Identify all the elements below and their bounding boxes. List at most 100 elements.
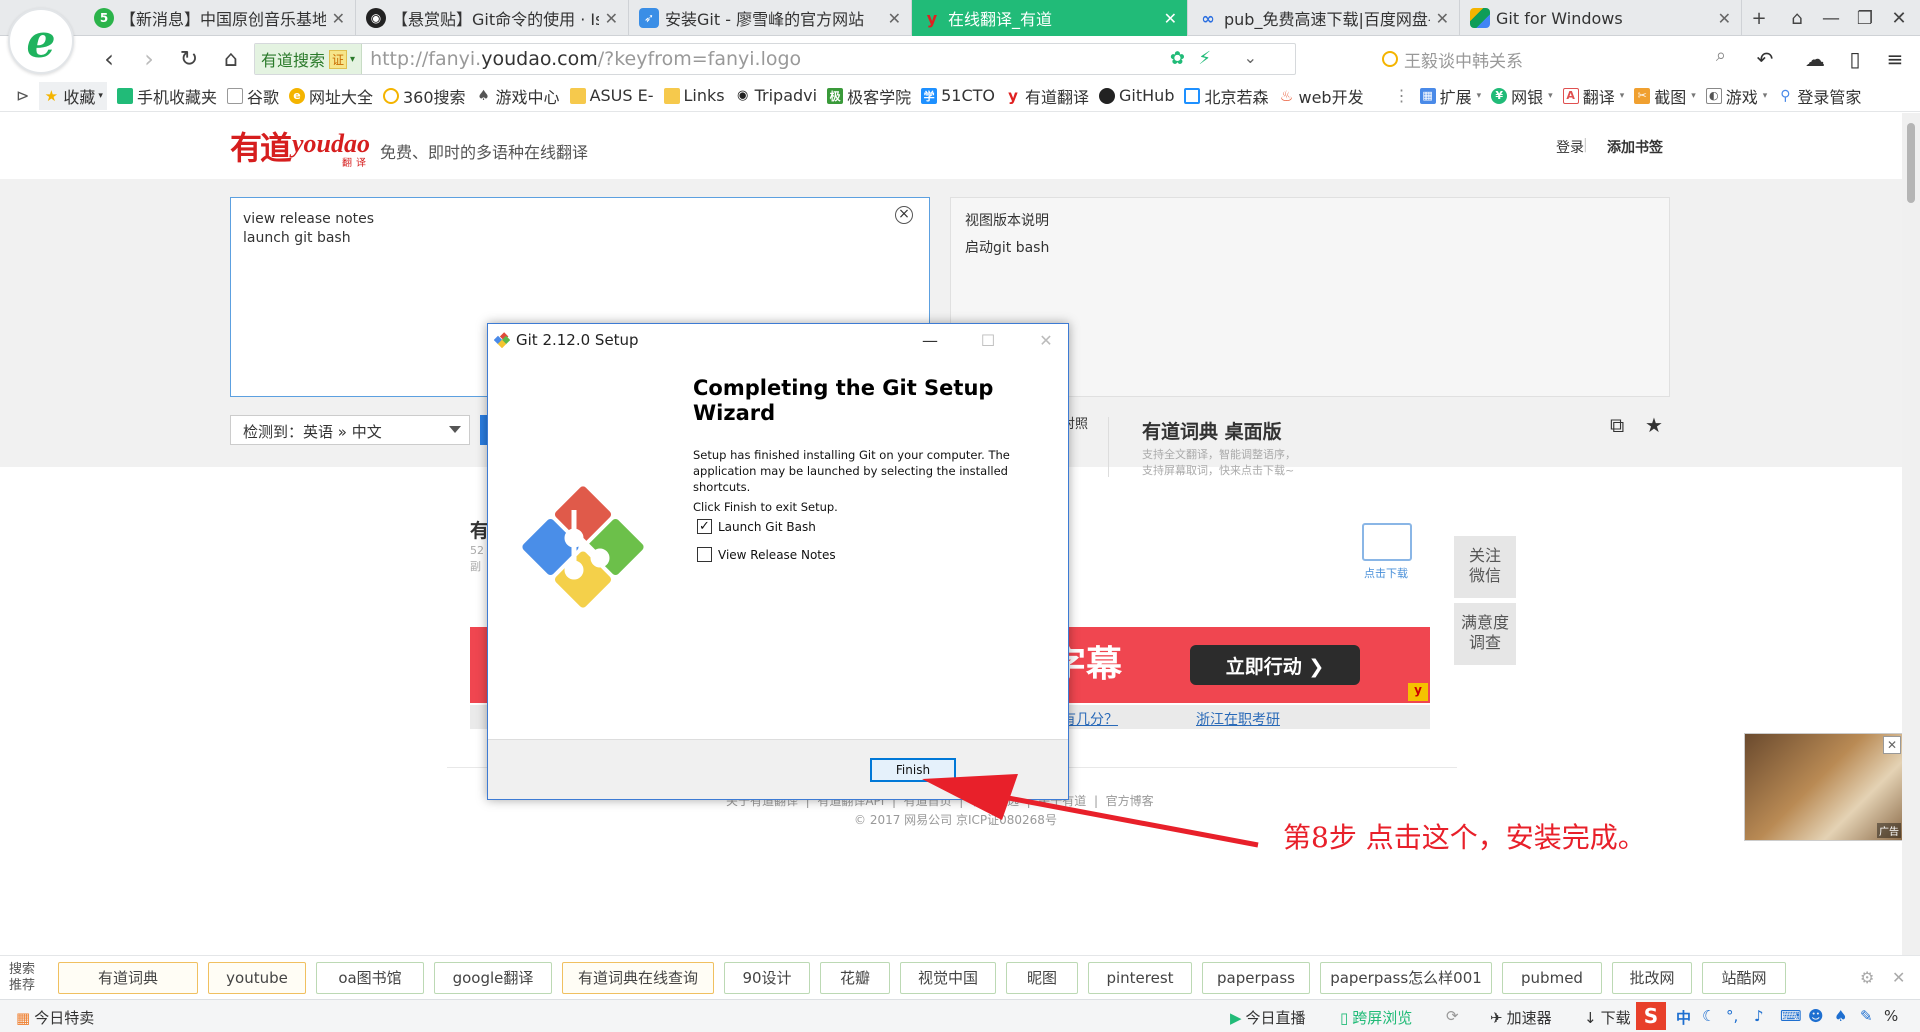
- clear-icon[interactable]: ×: [895, 206, 913, 224]
- copy-icon[interactable]: ⧉: [1610, 413, 1624, 437]
- bookmark-hao[interactable]: e 网址大全: [288, 84, 373, 108]
- accelerator-button[interactable]: ✈ 加速器: [1490, 1007, 1552, 1028]
- skin-icon[interactable]: ⌂: [1780, 0, 1814, 36]
- bookmark-asus[interactable]: ASUS E-: [569, 86, 654, 105]
- footer-link[interactable]: 官方博客: [1106, 794, 1154, 808]
- speed-icon[interactable]: ⚡: [1198, 48, 1211, 69]
- secure-icon[interactable]: ✿: [1170, 48, 1185, 69]
- recommend-item[interactable]: 昵图: [1006, 961, 1078, 994]
- page-scrollbar[interactable]: [1902, 113, 1920, 955]
- recommend-item[interactable]: 有道词典: [58, 961, 198, 994]
- finish-button[interactable]: Finish: [870, 758, 956, 782]
- undo-close-icon[interactable]: ↶: [1750, 44, 1780, 74]
- download-button[interactable]: ↓ 下载: [1584, 1007, 1631, 1028]
- shirt-icon[interactable]: ♠: [1834, 1007, 1847, 1025]
- url-text[interactable]: http://fanyi.youdao.com/?keyfrom=fanyi.l…: [370, 48, 801, 70]
- survey-button[interactable]: 满意度 调查: [1454, 603, 1516, 665]
- settings-icon[interactable]: ⚙: [1860, 968, 1874, 987]
- tab-youdao[interactable]: y 在线翻译_有道 ✕: [912, 0, 1188, 36]
- tab-git-for-windows[interactable]: Git for Windows ✕: [1460, 0, 1742, 36]
- ime-mode[interactable]: 中: [1676, 1007, 1691, 1028]
- home-icon[interactable]: ⌂: [216, 44, 246, 74]
- close-icon[interactable]: ✕: [332, 9, 345, 28]
- live-button[interactable]: ▶ 今日直播: [1230, 1007, 1306, 1028]
- recommend-item[interactable]: 90设计: [724, 961, 810, 994]
- browser-logo[interactable]: e: [8, 8, 74, 74]
- menu-icon[interactable]: ≡: [1880, 44, 1910, 74]
- refresh-icon[interactable]: ↻: [174, 44, 204, 74]
- more-icon[interactable]: ⋮: [1394, 86, 1410, 105]
- checkbox-empty-icon[interactable]: [697, 547, 712, 562]
- view-release-notes-checkbox[interactable]: View Release Notes: [697, 547, 836, 562]
- recommend-item[interactable]: 视觉中国: [900, 961, 996, 994]
- close-icon[interactable]: ✕: [605, 9, 618, 28]
- tool-screenshot[interactable]: ✂ 截图 ▾: [1634, 84, 1696, 108]
- restore-icon[interactable]: ❐: [1848, 0, 1882, 36]
- close-icon[interactable]: ✕: [1436, 9, 1449, 28]
- bookmark-favorites[interactable]: ★ 收藏 ▾: [39, 81, 107, 110]
- bookmark-jikexueyuan[interactable]: 极极客学院: [827, 84, 911, 108]
- url-field[interactable]: 有道搜索证 ▾ http://fanyi.youdao.com/?keyfrom=…: [254, 43, 1296, 75]
- scrollbar-thumb[interactable]: [1907, 123, 1915, 203]
- wrench-icon[interactable]: ✎: [1860, 1007, 1873, 1025]
- promo-link[interactable]: 有几分？: [1062, 709, 1118, 729]
- follow-wechat-button[interactable]: 关注 微信: [1454, 536, 1516, 598]
- download-link[interactable]: 点击下载: [1364, 565, 1408, 581]
- recommend-item[interactable]: 批改网: [1612, 961, 1692, 994]
- tab-5sing[interactable]: 5 【新消息】中国原创音乐基地 5 ✕: [84, 0, 356, 36]
- refresh-icon[interactable]: ⟳: [1446, 1007, 1459, 1025]
- bookmark-ruosen[interactable]: 北京若森: [1184, 84, 1269, 108]
- tool-translate[interactable]: A 翻译 ▾: [1562, 84, 1624, 108]
- bookmark-games[interactable]: ♠ 游戏中心: [476, 84, 559, 108]
- tool-games[interactable]: ◐ 游戏 ▾: [1705, 84, 1767, 108]
- close-icon[interactable]: ✕: [1892, 968, 1905, 987]
- minimize-icon[interactable]: —: [1814, 0, 1848, 36]
- floating-ad[interactable]: ✕ 广告: [1744, 733, 1904, 841]
- zoom-level[interactable]: %: [1884, 1007, 1898, 1025]
- checkbox-checked-icon[interactable]: ✓: [697, 519, 712, 534]
- bookmark-tripadvisor[interactable]: ◉ Tripadvi: [735, 86, 817, 105]
- punctuation-icon[interactable]: °,: [1726, 1007, 1738, 1025]
- recommend-item[interactable]: pubmed: [1502, 961, 1602, 994]
- search-input[interactable]: 王毅谈中韩关系 ⌕: [1374, 43, 1732, 75]
- tool-login-manager[interactable]: ⚲ 登录管家: [1777, 84, 1861, 108]
- bookmark-youdao[interactable]: y 有道翻译: [1005, 84, 1089, 108]
- sidebar-toggle-icon[interactable]: ⊳: [16, 86, 29, 105]
- moon-icon[interactable]: ☾: [1702, 1007, 1715, 1025]
- close-icon[interactable]: ✕: [1718, 9, 1731, 28]
- bookmark-mobile[interactable]: 手机收藏夹: [116, 84, 217, 108]
- close-icon[interactable]: ✕: [1024, 326, 1068, 354]
- recommend-item[interactable]: oa图书馆: [316, 961, 424, 994]
- monitor-icon[interactable]: [1362, 523, 1412, 561]
- dropdown-icon[interactable]: ⌄: [1244, 48, 1257, 67]
- search-icon[interactable]: ⌕: [1716, 45, 1726, 66]
- login-link[interactable]: 登录: [1556, 137, 1584, 157]
- microphone-icon[interactable]: ♪: [1754, 1007, 1764, 1025]
- tool-extensions[interactable]: ▦ 扩展 ▾: [1419, 84, 1481, 108]
- bookmark-360[interactable]: 360搜索: [383, 84, 466, 108]
- sogou-ime-icon[interactable]: S: [1636, 1002, 1666, 1030]
- cross-screen-button[interactable]: ▯ 跨屏浏览: [1340, 1007, 1412, 1028]
- tab-github-issue[interactable]: ◉ 【悬赏贴】Git命令的使用 · Issu ✕: [356, 0, 629, 36]
- close-icon[interactable]: ✕: [1883, 736, 1901, 754]
- language-select[interactable]: 检测到：英语 » 中文: [230, 415, 470, 445]
- cloud-icon[interactable]: ☁: [1800, 44, 1830, 74]
- star-icon[interactable]: ★: [1645, 413, 1663, 437]
- search-engine-selector[interactable]: 有道搜索证 ▾: [255, 44, 363, 74]
- recommend-item[interactable]: google翻译: [434, 961, 552, 994]
- keyboard-icon[interactable]: ⌨: [1780, 1007, 1802, 1025]
- new-tab-button[interactable]: +: [1742, 0, 1776, 36]
- bookmark-links[interactable]: Links: [663, 86, 725, 105]
- close-window-icon[interactable]: ✕: [1882, 0, 1916, 36]
- recommend-item[interactable]: paperpass: [1202, 961, 1310, 994]
- tab-liaoxuefeng[interactable]: ➶ 安装Git - 廖雪峰的官方网站 ✕: [629, 0, 912, 36]
- close-icon[interactable]: ✕: [888, 9, 901, 28]
- recommend-item[interactable]: paperpass怎么样001: [1320, 961, 1492, 994]
- add-bookmark-link[interactable]: 添加书签: [1607, 137, 1663, 157]
- back-icon[interactable]: ‹: [94, 44, 124, 74]
- launch-git-bash-checkbox[interactable]: ✓ Launch Git Bash: [697, 519, 816, 534]
- promo-link[interactable]: 浙江在职考研: [1196, 709, 1280, 729]
- user-icon[interactable]: ☻: [1808, 1007, 1824, 1025]
- bookmark-github[interactable]: GitHub: [1099, 86, 1174, 105]
- bookmark-51cto[interactable]: 学 51CTO: [921, 86, 995, 105]
